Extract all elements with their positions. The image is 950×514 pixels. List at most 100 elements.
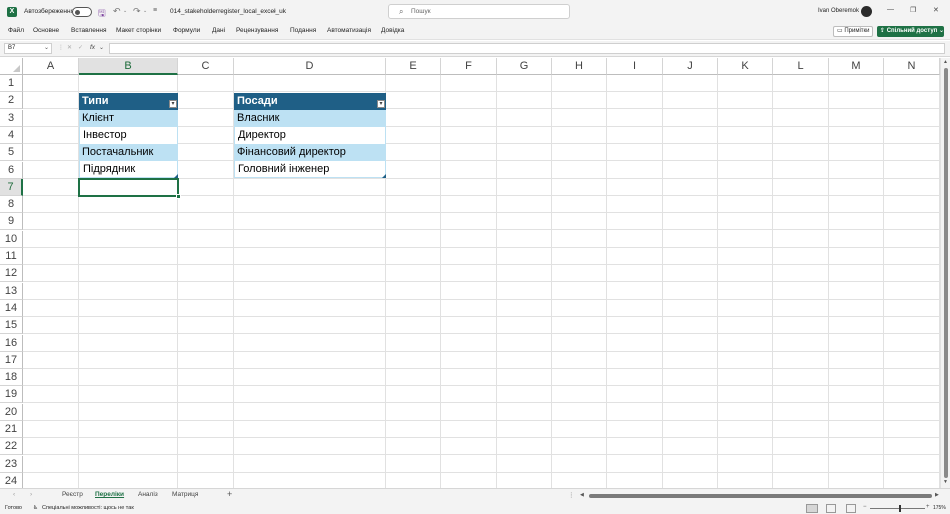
file-name[interactable]: 014_stakeholderregister_local_excel_uk: [170, 8, 286, 15]
prev-sheet-icon[interactable]: ‹: [13, 491, 15, 498]
table-types-cell[interactable]: Інвестор: [79, 127, 178, 144]
share-button[interactable]: ⇪ Спільний доступ ⌄: [877, 26, 944, 37]
column-header-b[interactable]: B: [79, 58, 178, 75]
table-types-cell[interactable]: Постачальник: [79, 144, 178, 161]
row-header-16[interactable]: 16: [0, 334, 23, 352]
column-header-k[interactable]: K: [718, 58, 773, 75]
zoom-level[interactable]: 175%: [933, 505, 946, 511]
row-header-15[interactable]: 15: [0, 317, 23, 335]
row-header-12[interactable]: 12: [0, 265, 23, 283]
filter-dropdown-icon[interactable]: ▾: [169, 100, 177, 108]
menu-review[interactable]: Рецензування: [236, 27, 278, 34]
cancel-icon[interactable]: ✕: [67, 44, 72, 51]
fx-chevron-icon[interactable]: ⌄: [99, 44, 104, 51]
scroll-left-icon[interactable]: ◀: [580, 492, 584, 498]
row-header-9[interactable]: 9: [0, 213, 23, 231]
accessibility-icon[interactable]: ♿: [33, 505, 38, 511]
row-header-24[interactable]: 24: [0, 472, 23, 488]
vertical-scroll-thumb[interactable]: [944, 68, 948, 478]
row-header-22[interactable]: 22: [0, 438, 23, 456]
close-button[interactable]: ✕: [933, 6, 939, 14]
search-box[interactable]: ⌕ Пошук: [388, 4, 570, 19]
active-cell-b7[interactable]: [78, 178, 179, 197]
comments-button[interactable]: ▭ Примітки: [833, 26, 873, 37]
sheet-tab-registry[interactable]: Реєстр: [62, 491, 83, 498]
zoom-out-icon[interactable]: −: [863, 504, 867, 510]
save-icon[interactable]: 🖫: [98, 6, 106, 22]
page-break-view-icon[interactable]: [846, 504, 856, 513]
row-header-2[interactable]: 2: [0, 92, 23, 110]
row-header-23[interactable]: 23: [0, 455, 23, 473]
row-header-20[interactable]: 20: [0, 403, 23, 421]
name-box[interactable]: B7 ⌄: [4, 43, 52, 54]
menu-automate[interactable]: Автоматизація: [327, 27, 371, 34]
zoom-in-icon[interactable]: +: [926, 504, 930, 510]
column-header-i[interactable]: I: [607, 58, 663, 75]
table-types-header[interactable]: Типи: [79, 93, 178, 110]
row-header-5[interactable]: 5: [0, 144, 23, 162]
scroll-down-icon[interactable]: ▼: [943, 479, 948, 485]
row-header-21[interactable]: 21: [0, 421, 23, 438]
row-header-7[interactable]: 7: [0, 178, 23, 196]
table-positions-cell[interactable]: Директор: [234, 127, 386, 144]
column-header-c[interactable]: C: [178, 58, 234, 75]
add-sheet-icon[interactable]: +: [227, 489, 232, 499]
column-header-n[interactable]: N: [884, 58, 940, 75]
next-sheet-icon[interactable]: ›: [30, 491, 32, 498]
menu-view[interactable]: Подання: [290, 27, 316, 34]
menu-file[interactable]: Файл: [8, 27, 24, 34]
formula-input[interactable]: [109, 43, 945, 54]
zoom-slider[interactable]: [870, 508, 925, 509]
sheet-tab-lists[interactable]: Переліки: [95, 491, 124, 498]
redo-dropdown-icon[interactable]: ⌄: [143, 8, 147, 14]
vertical-scrollbar[interactable]: ▲ ▼: [940, 58, 950, 488]
undo-dropdown-icon[interactable]: ⌄: [123, 8, 127, 14]
restore-button[interactable]: ❐: [910, 6, 916, 14]
fill-handle[interactable]: [176, 194, 181, 199]
normal-view-icon[interactable]: [806, 504, 818, 513]
row-header-14[interactable]: 14: [0, 299, 23, 317]
table-positions-cell[interactable]: Головний інженер: [234, 161, 386, 178]
row-header-1[interactable]: 1: [0, 75, 23, 92]
column-header-a[interactable]: A: [23, 58, 79, 75]
column-header-l[interactable]: L: [773, 58, 829, 75]
column-header-e[interactable]: E: [386, 58, 441, 75]
menu-help[interactable]: Довідка: [381, 27, 404, 34]
insert-function-icon[interactable]: fx: [90, 44, 95, 51]
sheet-tab-analysis[interactable]: Аналіз: [138, 491, 158, 498]
user-name[interactable]: Ivan Oberemok: [818, 8, 859, 14]
filter-dropdown-icon[interactable]: ▾: [377, 100, 385, 108]
menu-data[interactable]: Дані: [212, 27, 225, 34]
select-all-corner[interactable]: [0, 58, 23, 75]
horizontal-scroll-thumb[interactable]: [589, 494, 932, 498]
column-header-f[interactable]: F: [441, 58, 497, 75]
table-positions-header[interactable]: Посади: [234, 93, 386, 110]
customize-qat-icon[interactable]: ≡: [153, 7, 157, 14]
row-header-10[interactable]: 10: [0, 230, 23, 248]
table-positions-cell[interactable]: Власник: [234, 110, 386, 127]
menu-formulas[interactable]: Формули: [173, 27, 200, 34]
column-header-h[interactable]: H: [552, 58, 607, 75]
scroll-right-icon[interactable]: ▶: [935, 492, 939, 498]
row-header-13[interactable]: 13: [0, 282, 23, 300]
zoom-slider-thumb[interactable]: [899, 505, 901, 512]
accessibility-status[interactable]: Спеціальні можливості: щось не так: [42, 505, 134, 511]
table-resize-handle-icon[interactable]: [382, 174, 386, 178]
undo-icon[interactable]: ↶: [113, 6, 121, 17]
sheet-tab-matrix[interactable]: Матриця: [172, 491, 198, 498]
column-header-d[interactable]: D: [234, 58, 386, 75]
autosave-toggle[interactable]: [72, 7, 92, 17]
row-header-19[interactable]: 19: [0, 386, 23, 404]
column-header-m[interactable]: M: [829, 58, 884, 75]
row-header-4[interactable]: 4: [0, 126, 23, 144]
file-name-chevron-icon[interactable]: ⌄: [272, 7, 277, 14]
enter-icon[interactable]: ✓: [78, 44, 83, 51]
column-header-j[interactable]: J: [663, 58, 718, 75]
table-positions-cell[interactable]: Фінансовий директор: [234, 144, 386, 161]
menu-page-layout[interactable]: Макет сторінки: [116, 27, 161, 34]
row-header-18[interactable]: 18: [0, 369, 23, 387]
worksheet-grid[interactable]: ABCDEFGHIJKLMN 1 2 3 4 5 6 7 8 9 10 11 12 13 14 15 16 17…: [0, 58, 940, 488]
redo-icon[interactable]: ↷: [133, 6, 141, 17]
menu-insert[interactable]: Вставлення: [71, 27, 107, 34]
tab-splitter-icon[interactable]: ⋮: [568, 491, 575, 499]
